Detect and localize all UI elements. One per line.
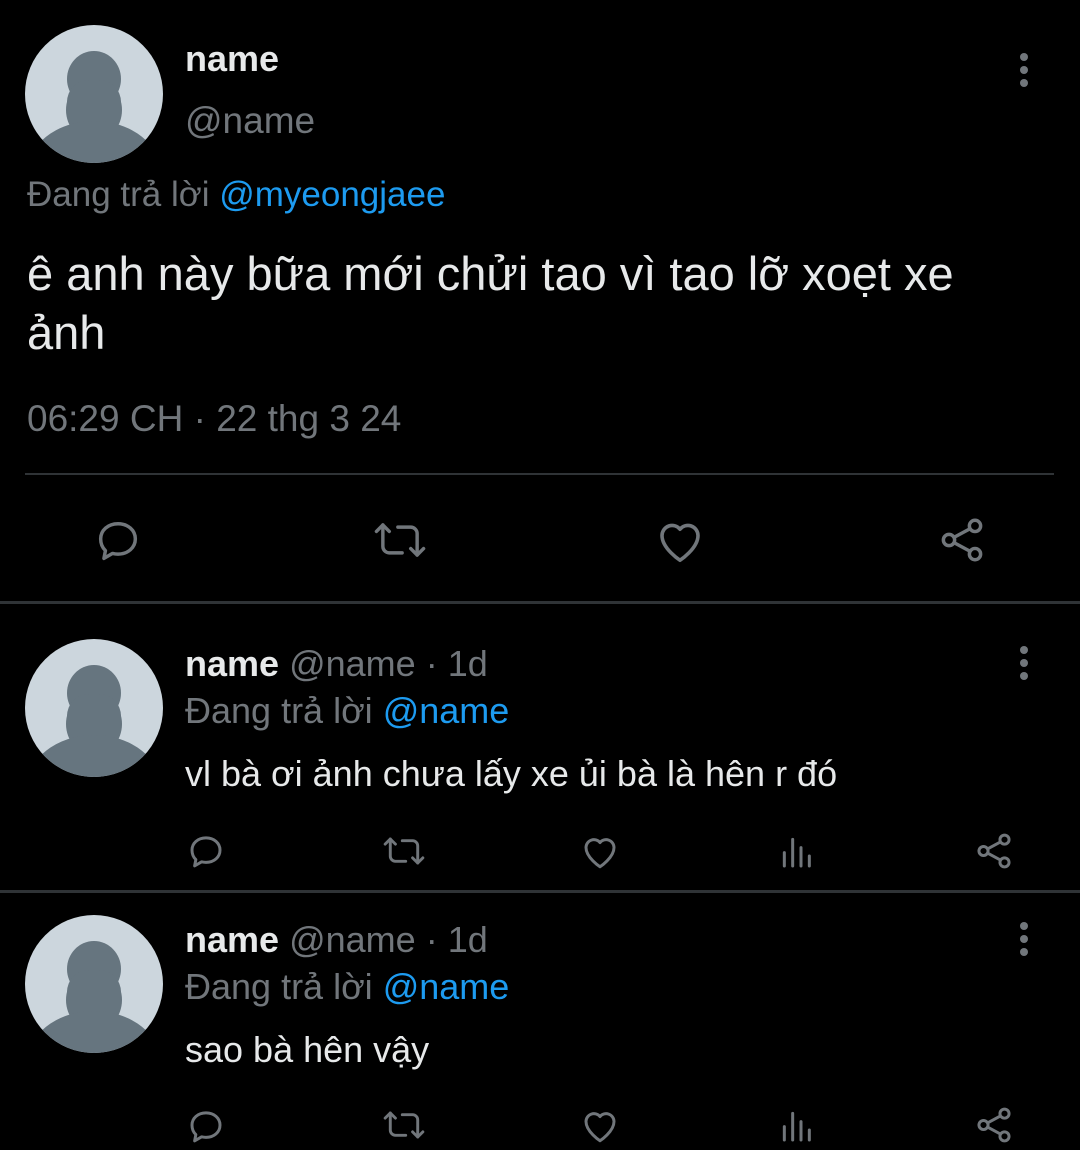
reply-text: sao bà hên vậy xyxy=(185,1029,430,1070)
separator: · xyxy=(425,919,438,960)
mention-link[interactable]: @name xyxy=(383,690,510,731)
more-options-icon[interactable] xyxy=(1004,641,1044,685)
like-button[interactable] xyxy=(576,1102,624,1148)
section-divider xyxy=(0,890,1080,893)
analytics-icon xyxy=(782,837,811,868)
separator: · xyxy=(425,643,438,684)
like-icon xyxy=(584,1112,616,1143)
like-button[interactable] xyxy=(576,827,624,875)
reply-icon xyxy=(98,522,138,561)
replying-prefix: Đang trả lời xyxy=(185,966,373,1007)
more-options-icon[interactable] xyxy=(1004,917,1044,961)
display-name[interactable]: name xyxy=(185,643,279,684)
reply-button[interactable] xyxy=(182,1102,230,1150)
replying-to: Đang trả lời @name xyxy=(185,966,509,1008)
reply-age[interactable]: 1d xyxy=(448,643,488,684)
replying-to: Đang trả lời @myeongjaee xyxy=(27,175,445,215)
reply-header: name @name · 1d xyxy=(185,643,488,685)
reply-header: name @name · 1d xyxy=(185,919,488,961)
mention-link[interactable]: @myeongjaee xyxy=(219,175,445,214)
retweet-button[interactable] xyxy=(378,1102,430,1148)
handle[interactable]: @name xyxy=(289,643,416,684)
mention-link[interactable]: @name xyxy=(383,966,510,1007)
avatar[interactable] xyxy=(25,639,163,777)
reply-button[interactable] xyxy=(88,510,148,570)
reply-button[interactable] xyxy=(182,827,230,875)
reply-icon xyxy=(190,836,222,868)
display-name[interactable]: name xyxy=(185,38,279,80)
share-button[interactable] xyxy=(970,1102,1018,1148)
like-button[interactable] xyxy=(650,510,710,570)
analytics-icon xyxy=(782,1111,811,1142)
tweet-text: ê anh này bữa mới chửi tao vì tao lỡ xoẹ… xyxy=(27,247,954,359)
divider xyxy=(25,473,1054,475)
share-button[interactable] xyxy=(932,510,992,570)
replying-prefix: Đang trả lời xyxy=(27,175,210,214)
retweet-button[interactable] xyxy=(378,827,430,875)
reply-text: vl bà ơi ảnh chưa lấy xe ủi bà là hên r … xyxy=(185,753,838,794)
retweet-icon xyxy=(374,523,426,557)
reply-age[interactable]: 1d xyxy=(448,919,488,960)
retweet-button[interactable] xyxy=(368,510,432,570)
share-icon xyxy=(977,833,1011,869)
handle[interactable]: @name xyxy=(289,919,416,960)
replying-prefix: Đang trả lời xyxy=(185,690,373,731)
handle[interactable]: @name xyxy=(185,100,315,142)
share-icon xyxy=(977,1107,1011,1143)
timestamp[interactable]: 06:29 CH · 22 thg 3 24 xyxy=(27,398,401,440)
retweet-icon xyxy=(383,1111,425,1139)
replying-to: Đang trả lời @name xyxy=(185,690,509,732)
display-name[interactable]: name xyxy=(185,919,279,960)
avatar[interactable] xyxy=(25,915,163,1053)
reply-icon xyxy=(190,1111,222,1143)
section-divider xyxy=(0,601,1080,604)
share-button[interactable] xyxy=(970,827,1018,875)
retweet-icon xyxy=(383,837,425,865)
views-button[interactable] xyxy=(772,827,820,875)
avatar[interactable] xyxy=(25,25,163,163)
share-icon xyxy=(941,518,983,562)
like-icon xyxy=(584,838,616,869)
like-icon xyxy=(660,523,700,563)
more-options-icon[interactable] xyxy=(1004,48,1044,92)
views-button[interactable] xyxy=(772,1102,820,1148)
